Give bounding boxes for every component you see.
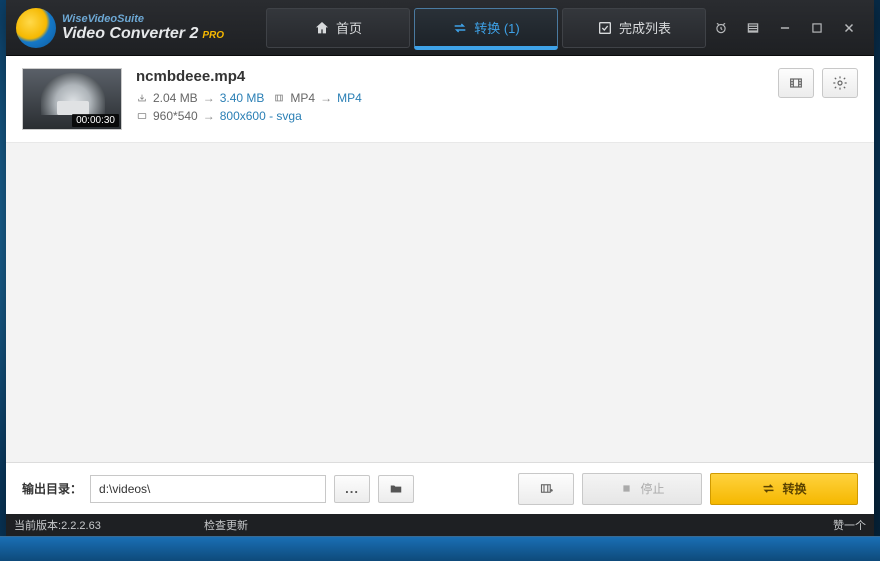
arrow-icon: →: [203, 91, 215, 105]
app-window: WiseVideoSuite Video Converter 2PRO 首页 转…: [6, 0, 874, 536]
folder-icon: [388, 482, 404, 496]
alarm-icon[interactable]: [712, 19, 730, 37]
file-name-label: ncmbdeee.mp4: [136, 68, 764, 85]
logo-area: WiseVideoSuite Video Converter 2PRO: [16, 8, 264, 48]
list-item[interactable]: 00:00:30 ncmbdeee.mp4 2.04 MB → 3.40 MB …: [6, 56, 874, 143]
output-dir-label: 输出目录：: [22, 480, 82, 497]
output-dir-input[interactable]: [90, 475, 326, 503]
like-link[interactable]: 赞一个: [833, 517, 866, 533]
tab-convert-label: 转换 (1): [474, 18, 520, 37]
arrow-icon: →: [320, 91, 332, 105]
convert-button[interactable]: 转换: [710, 473, 858, 505]
film-icon: [788, 75, 804, 91]
size-out-label[interactable]: 3.40 MB: [220, 91, 265, 105]
stop-button[interactable]: 停止: [582, 473, 702, 505]
video-thumbnail: 00:00:30: [22, 68, 122, 130]
settings-button[interactable]: [822, 68, 858, 98]
format-icon: [273, 93, 285, 103]
check-update-link[interactable]: 检查更新: [204, 517, 248, 533]
convert-action-icon: [761, 481, 776, 496]
convert-icon: [452, 20, 468, 36]
tab-completed[interactable]: 完成列表: [562, 8, 706, 48]
home-icon: [314, 20, 330, 36]
gear-icon: [832, 75, 848, 91]
minimize-button[interactable]: [776, 19, 794, 37]
app-logo-icon: [16, 8, 56, 48]
tab-completed-label: 完成列表: [619, 18, 671, 37]
tab-home-label: 首页: [336, 18, 362, 37]
edit-video-button[interactable]: [778, 68, 814, 98]
res-in-label: 960*540: [153, 109, 198, 123]
stop-icon: [619, 481, 634, 496]
app-suite-label: WiseVideoSuite: [62, 13, 224, 25]
stop-button-label: 停止: [640, 480, 664, 497]
res-out-label[interactable]: 800x600 - svga: [220, 109, 302, 123]
open-folder-button[interactable]: [378, 475, 414, 503]
title-bar: WiseVideoSuite Video Converter 2PRO 首页 转…: [6, 0, 874, 56]
add-file-button[interactable]: [518, 473, 574, 505]
close-button[interactable]: [840, 19, 858, 37]
app-name-label: Video Converter 2PRO: [62, 25, 224, 43]
browse-button[interactable]: ...: [334, 475, 370, 503]
bottom-toolbar: 输出目录： ... 停止 转换: [6, 462, 874, 514]
status-bar: 当前版本:2.2.2.63 检查更新 赞一个: [6, 514, 874, 536]
tab-convert[interactable]: 转换 (1): [414, 8, 558, 48]
format-in-label: MP4: [290, 91, 315, 105]
maximize-button[interactable]: [808, 19, 826, 37]
tab-home[interactable]: 首页: [266, 8, 410, 48]
resolution-icon: [136, 111, 148, 121]
taskbar: [0, 536, 880, 561]
file-list: 00:00:30 ncmbdeee.mp4 2.04 MB → 3.40 MB …: [6, 56, 874, 462]
duration-badge: 00:00:30: [72, 114, 119, 127]
convert-button-label: 转换: [782, 480, 806, 497]
add-file-icon: [539, 481, 554, 496]
format-out-label[interactable]: MP4: [337, 91, 362, 105]
checklist-icon: [597, 20, 613, 36]
filesize-icon: [136, 93, 148, 103]
arrow-icon: →: [203, 109, 215, 123]
menu-icon[interactable]: [744, 19, 762, 37]
version-label: 当前版本:2.2.2.63: [14, 517, 204, 533]
size-in-label: 2.04 MB: [153, 91, 198, 105]
